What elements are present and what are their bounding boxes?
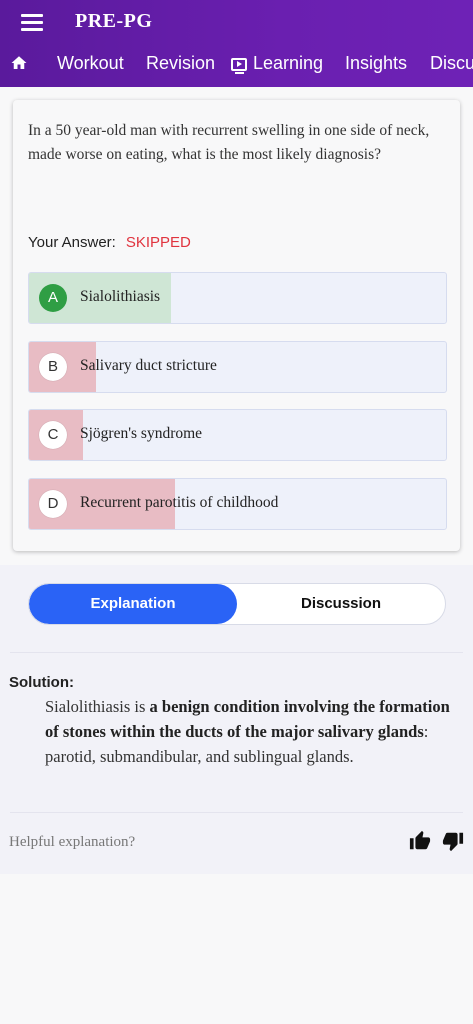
option-c-text: Sjögren's syndrome xyxy=(80,425,203,442)
tab-explanation[interactable]: Explanation xyxy=(29,584,237,624)
option-b-letter: B xyxy=(39,353,67,381)
thumbs-up-icon[interactable] xyxy=(409,830,431,852)
nav-tab-discussion[interactable]: Discu xyxy=(430,53,473,74)
question-text: In a 50 year-old man with recurrent swel… xyxy=(28,122,430,163)
your-answer-status: SKIPPED xyxy=(125,234,191,251)
thumbs-down-icon[interactable] xyxy=(442,830,464,852)
solution-text: Sialolithiasis is a benign condition inv… xyxy=(45,694,455,769)
option-c-letter: C xyxy=(39,421,67,449)
option-b[interactable]: B Salivary duct stricture xyxy=(28,341,447,393)
option-d-text: Recurrent parotitis of childhood xyxy=(80,494,279,511)
your-answer-row: Your Answer: SKIPPED xyxy=(28,234,191,251)
question-card: In a 50 year-old man with recurrent swel… xyxy=(13,100,460,551)
solution-label: Solution: xyxy=(9,674,74,691)
hamburger-menu-icon[interactable] xyxy=(21,14,43,32)
divider xyxy=(10,652,463,653)
nav-tab-workout[interactable]: Workout xyxy=(57,53,124,74)
nav-tabs: Workout Revision Learning Insights Discu xyxy=(0,44,473,84)
app-title: PRE-PG xyxy=(75,10,153,32)
nav-tab-revision[interactable]: Revision xyxy=(146,53,215,74)
option-c[interactable]: C Sjögren's syndrome xyxy=(28,409,447,461)
nav-tab-learning[interactable]: Learning xyxy=(231,53,323,74)
explanation-panel: Explanation Discussion Solution: Sialoli… xyxy=(0,565,473,874)
explanation-discussion-toggle: Explanation Discussion xyxy=(28,583,446,625)
helpful-prompt: Helpful explanation? xyxy=(9,834,136,850)
your-answer-label: Your Answer: xyxy=(28,234,116,251)
nav-tab-learning-label: Learning xyxy=(253,53,324,73)
option-a[interactable]: A Sialolithiasis xyxy=(28,272,447,324)
video-icon xyxy=(231,58,247,74)
option-d[interactable]: D Recurrent parotitis of childhood xyxy=(28,478,447,530)
option-a-text: Sialolithiasis xyxy=(80,288,161,305)
nav-tab-insights[interactable]: Insights xyxy=(345,53,407,74)
tab-discussion[interactable]: Discussion xyxy=(237,584,445,624)
divider xyxy=(10,812,463,813)
option-b-text: Salivary duct stricture xyxy=(80,357,217,374)
solution-text-start: Sialolithiasis is xyxy=(45,697,150,716)
option-a-letter: A xyxy=(39,284,67,312)
home-icon[interactable] xyxy=(10,54,28,72)
app-header: PRE-PG Workout Revision Learning Insight… xyxy=(0,0,473,87)
option-d-letter: D xyxy=(39,490,67,518)
